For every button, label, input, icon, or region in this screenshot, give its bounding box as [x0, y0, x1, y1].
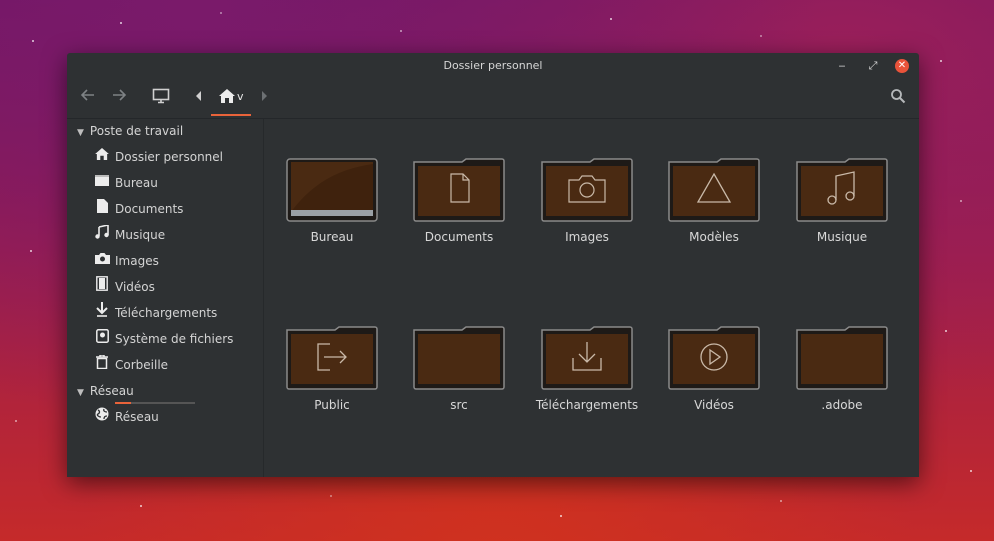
- sidebar-item-bureau[interactable]: Bureau: [93, 173, 158, 193]
- file-item-images[interactable]: Images: [532, 158, 642, 244]
- breadcrumb-label: v: [237, 90, 244, 103]
- home-icon: [219, 88, 235, 107]
- document-icon: [93, 198, 111, 220]
- sidebar-item-dossier-personnel[interactable]: Dossier personnel: [93, 147, 223, 167]
- file-item-adobe[interactable]: .adobe: [787, 326, 897, 412]
- sidebar-item-telechargements[interactable]: Téléchargements: [93, 302, 217, 324]
- filesystem-usage-bar: [115, 402, 195, 404]
- chevron-down-icon: ▼: [77, 128, 84, 138]
- sidebar-section-reseau[interactable]: ▼ Réseau: [77, 381, 134, 401]
- file-item-bureau[interactable]: Bureau: [277, 158, 387, 244]
- music-note-icon: [796, 158, 888, 222]
- sidebar: ▼ Poste de travail Dossier personnel Bure…: [67, 119, 264, 477]
- titlebar[interactable]: Dossier personnel ‒ ⤢ ✕: [67, 53, 919, 79]
- file-item-public[interactable]: Public: [277, 326, 387, 412]
- folder-icon: [413, 326, 505, 390]
- folder-icon: [796, 326, 888, 390]
- sidebar-item-musique[interactable]: Musique: [93, 223, 165, 246]
- file-item-src[interactable]: src: [404, 326, 514, 412]
- triangle-icon: [668, 158, 760, 222]
- file-manager-window: Dossier personnel ‒ ⤢ ✕ v ▼ Poste de tra…: [67, 53, 919, 477]
- harddisk-icon: [93, 328, 111, 350]
- trash-icon: [93, 353, 111, 376]
- home-icon: [93, 147, 111, 167]
- camera-icon: [541, 158, 633, 222]
- file-item-videos[interactable]: Vidéos: [659, 326, 769, 412]
- file-item-musique[interactable]: Musique: [787, 158, 897, 244]
- music-note-icon: [93, 223, 111, 246]
- play-icon: [668, 326, 760, 390]
- filesystem-usage-fill: [115, 402, 131, 404]
- film-icon: [93, 276, 111, 298]
- minimize-button[interactable]: ‒: [835, 59, 849, 73]
- camera-icon: [93, 251, 111, 271]
- forward-arrow-icon[interactable]: [111, 87, 127, 107]
- sidebar-item-documents[interactable]: Documents: [93, 198, 183, 220]
- globe-icon: [93, 407, 111, 428]
- sidebar-item-videos[interactable]: Vidéos: [93, 276, 155, 298]
- toolbar: v: [67, 79, 919, 119]
- back-arrow-icon[interactable]: [80, 87, 96, 107]
- file-grid: Bureau Documents Images Modèles Musique …: [265, 119, 919, 477]
- sidebar-item-systeme-de-fichiers[interactable]: Système de fichiers: [93, 328, 233, 350]
- close-button[interactable]: ✕: [895, 59, 909, 73]
- file-item-telechargements[interactable]: Téléchargements: [532, 326, 642, 412]
- window-title: Dossier personnel: [443, 59, 543, 72]
- breadcrumb-active-indicator: [211, 114, 251, 116]
- file-item-documents[interactable]: Documents: [404, 158, 514, 244]
- computer-icon[interactable]: [152, 88, 170, 108]
- download-arrow-icon: [93, 302, 111, 324]
- file-item-modeles[interactable]: Modèles: [659, 158, 769, 244]
- search-icon[interactable]: [890, 88, 906, 108]
- desktop-folder-icon: [93, 173, 111, 193]
- sidebar-item-corbeille[interactable]: Corbeille: [93, 353, 168, 376]
- sidebar-item-images[interactable]: Images: [93, 251, 159, 271]
- sidebar-section-poste-de-travail[interactable]: ▼ Poste de travail: [77, 121, 183, 141]
- chevron-down-icon: ▼: [77, 388, 84, 398]
- document-icon: [413, 158, 505, 222]
- breadcrumb-scroll-left-icon[interactable]: [195, 90, 203, 105]
- breadcrumb-scroll-right-icon[interactable]: [260, 90, 268, 105]
- download-arrow-icon: [541, 326, 633, 390]
- sidebar-item-reseau[interactable]: Réseau: [93, 407, 159, 427]
- share-arrow-icon: [286, 326, 378, 390]
- maximize-button[interactable]: ⤢: [866, 59, 880, 73]
- breadcrumb-home[interactable]: v: [211, 86, 251, 116]
- desktop-folder-icon: [286, 158, 378, 222]
